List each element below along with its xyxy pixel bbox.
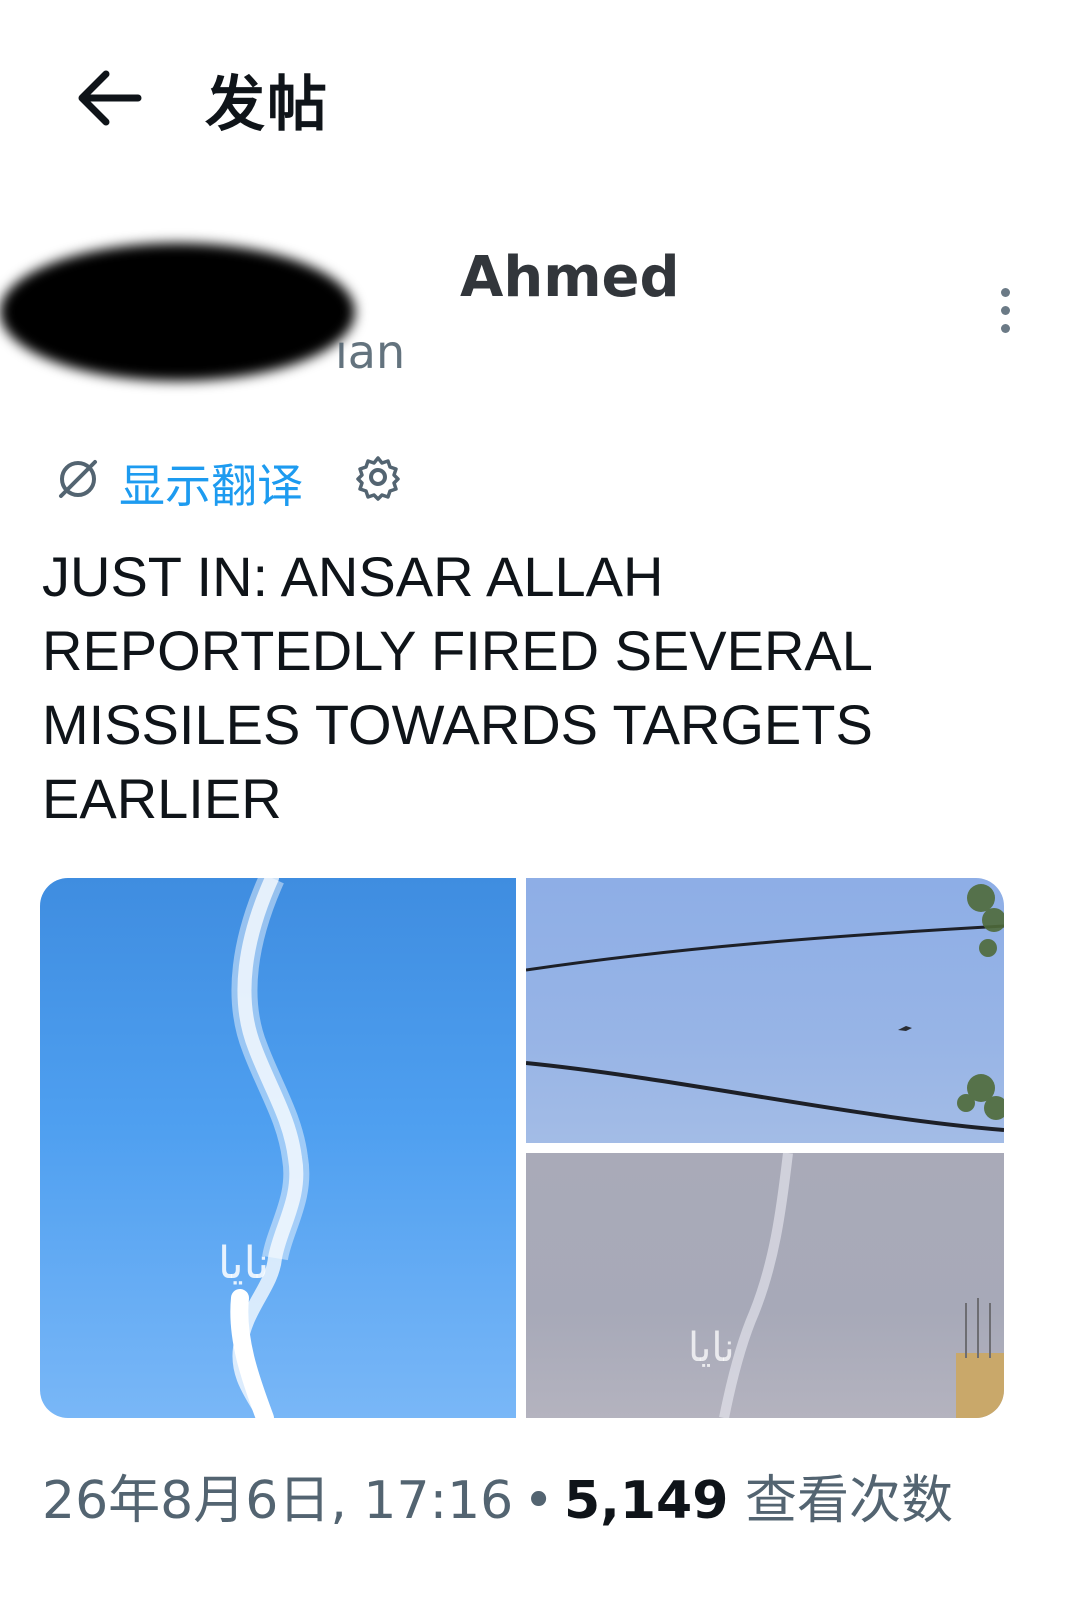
post-meta: 26年8月6日, 17:16 • 5,149 查看次数 <box>42 1458 1042 1533</box>
photo-sky-wires[interactable] <box>526 878 1004 1143</box>
views-label: 查看次数 <box>744 1471 953 1531</box>
contrail-drawing <box>230 878 310 1418</box>
more-vertical-icon <box>1000 288 1010 297</box>
author-row: Ahmed ıan <box>0 225 1080 395</box>
show-translation-link[interactable]: 显示翻译 <box>119 450 303 516</box>
redaction-scribble <box>0 243 355 381</box>
contrail-drawing-2 <box>719 1153 1004 1418</box>
author-display-name[interactable]: Ahmed <box>460 245 680 310</box>
views-count: 5,149 <box>563 1471 729 1531</box>
photo-missile-trail-2[interactable]: نايا <box>526 1153 1004 1418</box>
translate-row: 显示翻译 <box>55 450 555 513</box>
author-handle[interactable]: ıan <box>335 325 405 379</box>
watermark-text: نايا <box>688 1325 735 1371</box>
sky-scene-drawing <box>526 884 1004 1132</box>
page-title: 发帖 <box>205 70 329 140</box>
post-text: JUST IN: ANSAR ALLAH REPORTEDLY FIRED SE… <box>42 545 873 830</box>
post-datetime[interactable]: 26年8月6日, 17:16 <box>42 1471 513 1531</box>
top-bar: 发帖 <box>0 0 1080 190</box>
back-button[interactable] <box>78 70 142 126</box>
more-options-button[interactable] <box>990 288 1020 338</box>
media-grid: نايا نايا <box>40 878 1004 1418</box>
meta-separator: • <box>523 1471 554 1531</box>
photo-missile-trail-1[interactable]: نايا <box>40 878 516 1418</box>
watermark-text: نايا <box>218 1238 270 1289</box>
globe-slash-icon <box>59 460 97 498</box>
arrow-left-icon <box>78 70 142 126</box>
gear-icon[interactable] <box>353 452 403 502</box>
